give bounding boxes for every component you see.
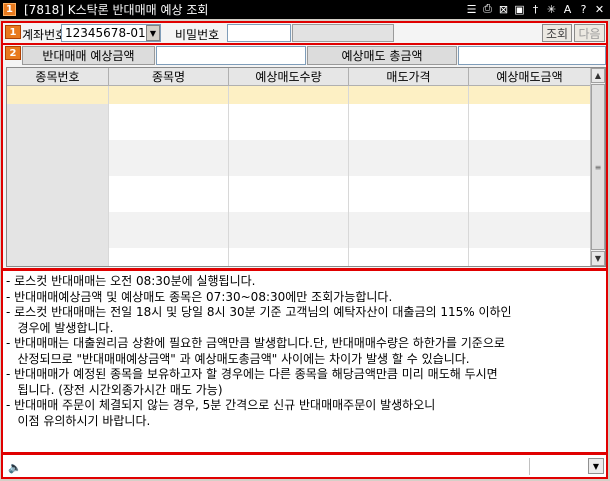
grid-cell (229, 248, 349, 266)
grid-vertical-scrollbar[interactable]: ▲ ≡ ▼ (590, 68, 605, 266)
grid-cell (469, 140, 591, 176)
scroll-thumb[interactable]: ≡ (591, 84, 605, 250)
chevron-down-icon: ▼ (149, 28, 157, 38)
notes-panel: - 로스컷 반대매매는 오전 08:30분에 실행됩니다. - 반대매매예상금액… (1, 270, 608, 454)
notes-text: - 로스컷 반대매매는 오전 08:30분에 실행됩니다. - 반대매매예상금액… (6, 274, 604, 429)
grid-cell (7, 248, 109, 266)
grid-header-cell[interactable]: 매도가격 (349, 68, 469, 86)
grid-cell (349, 140, 469, 176)
grid-cell (109, 248, 229, 266)
grid-cell (229, 104, 349, 140)
title-bar[interactable]: 1 [7818] K스탁론 반대매매 예상 조회 ☰ ⎙ ⊠ ▣ † ✳ A ?… (0, 0, 610, 19)
account-label: 계좌번호 (22, 28, 67, 42)
result-section: 2 반대매매 예상금액 예상매도 총금액 종목번호 종목명 예상매도수량 매도가… (1, 45, 608, 270)
font-icon[interactable]: A (561, 2, 574, 16)
pin-icon[interactable]: † (529, 2, 542, 16)
close-icon[interactable]: ✕ (593, 2, 606, 16)
grid-cell (7, 140, 109, 176)
table-row[interactable] (7, 176, 591, 212)
status-separator (529, 458, 530, 475)
grid-header-cell[interactable]: 종목번호 (7, 68, 109, 86)
note-line: 산정되므로 "반대매매예상금액" 과 예상매도총금액" 사이에는 차이가 발생 … (6, 351, 470, 366)
window-number-badge: 1 (3, 3, 16, 16)
note-line: - 로스컷 반대매매는 전일 18시 및 당일 8시 30분 기준 고객님의 예… (6, 305, 512, 319)
account-form: 1 계좌번호 12345678-01 ▼ 비밀번호 조회 다음 (1, 21, 608, 45)
window: 1 [7818] K스탁론 반대매매 예상 조회 ☰ ⎙ ⊠ ▣ † ✳ A ?… (0, 0, 610, 481)
table-row[interactable] (7, 86, 591, 104)
title-icons: ☰ ⎙ ⊠ ▣ † ✳ A ? ✕ (465, 2, 606, 16)
help-icon[interactable]: ? (577, 2, 590, 16)
restore-icon[interactable]: ▣ (513, 2, 526, 16)
grid-header: 종목번호 종목명 예상매도수량 매도가격 예상매도금액 (7, 68, 591, 86)
print-icon[interactable]: ⎙ (481, 2, 494, 16)
expected-total-label: 예상매도 총금액 (307, 46, 457, 65)
grid-cell (469, 86, 591, 104)
grid-header-cell[interactable]: 예상매도수량 (229, 68, 349, 86)
close-box-icon[interactable]: ⊠ (497, 2, 510, 16)
note-line: 경우에 발생합니다. (6, 320, 114, 335)
account-name-display (292, 24, 394, 42)
result-grid[interactable]: 종목번호 종목명 예상매도수량 매도가격 예상매도금액 ▲ ≡ ▼ (6, 67, 606, 267)
expected-amount-value (156, 46, 306, 65)
speaker-icon[interactable]: 🔈 (8, 461, 22, 474)
account-dropdown-button[interactable]: ▼ (146, 25, 160, 41)
password-input[interactable] (227, 24, 291, 42)
section-badge-1: 1 (5, 25, 21, 39)
scroll-down-button[interactable]: ▼ (591, 251, 605, 266)
grid-cell (109, 104, 229, 140)
grid-header-cell[interactable]: 종목명 (109, 68, 229, 86)
scroll-up-button[interactable]: ▲ (591, 68, 605, 83)
grid-cell (229, 212, 349, 248)
table-row[interactable] (7, 212, 591, 248)
note-line: - 반대매매가 예정된 종목을 보유하고자 할 경우에는 다른 종목을 해당금액… (6, 367, 498, 381)
grid-cell (7, 176, 109, 212)
grid-cell (109, 140, 229, 176)
triangle-up-icon: ▲ (594, 71, 602, 80)
grid-cell (109, 212, 229, 248)
grid-cell (109, 86, 229, 104)
note-line: - 반대매매 주문이 체결되지 않는 경우, 5분 간격으로 신규 반대매매주문… (6, 398, 436, 412)
grid-cell (469, 104, 591, 140)
grid-cell (229, 140, 349, 176)
status-dropdown-button[interactable]: ▼ (588, 458, 604, 474)
grid-body (7, 86, 591, 266)
grid-cell (7, 212, 109, 248)
settings-icon[interactable]: ✳ (545, 2, 558, 16)
note-line: 됩니다. (장전 시간외종가시간 매도 가능) (6, 382, 223, 397)
mouse-icon[interactable]: ☰ (465, 2, 478, 16)
grid-cell (349, 248, 469, 266)
grid-cell (469, 248, 591, 266)
grid-cell (7, 86, 109, 104)
grip-icon: ≡ (594, 162, 602, 172)
grid-cell (349, 104, 469, 140)
password-label: 비밀번호 (175, 28, 220, 42)
table-row[interactable] (7, 140, 591, 176)
grid-cell (7, 104, 109, 140)
status-bar: 🔈 ▼ (1, 454, 608, 479)
grid-cell (349, 176, 469, 212)
grid-cell (349, 86, 469, 104)
triangle-down-icon: ▼ (594, 254, 602, 263)
expected-total-value (458, 46, 606, 65)
grid-header-cell[interactable]: 예상매도금액 (469, 68, 591, 86)
note-line: - 로스컷 반대매매는 오전 08:30분에 실행됩니다. (6, 274, 256, 288)
chevron-down-icon: ▼ (592, 461, 600, 471)
grid-cell (229, 176, 349, 212)
note-line: - 반대매매는 대출원리금 상환에 필요한 금액만큼 발생합니다.단, 반대매매… (6, 336, 505, 350)
grid-cell (229, 86, 349, 104)
grid-cell (349, 212, 469, 248)
note-line: 이점 유의하시기 바랍니다. (6, 413, 151, 428)
grid-cell (109, 176, 229, 212)
table-row[interactable] (7, 104, 591, 140)
query-button[interactable]: 조회 (542, 24, 572, 42)
section-badge-2: 2 (5, 46, 21, 60)
next-button[interactable]: 다음 (574, 24, 605, 42)
window-title: [7818] K스탁론 반대매매 예상 조회 (24, 3, 209, 17)
grid-cell (469, 212, 591, 248)
table-row[interactable] (7, 248, 591, 266)
grid-cell (469, 176, 591, 212)
expected-amount-label: 반대매매 예상금액 (22, 46, 155, 65)
note-line: - 반대매매예상금액 및 예상매도 종목은 07:30~08:30에만 조회가능… (6, 289, 393, 304)
